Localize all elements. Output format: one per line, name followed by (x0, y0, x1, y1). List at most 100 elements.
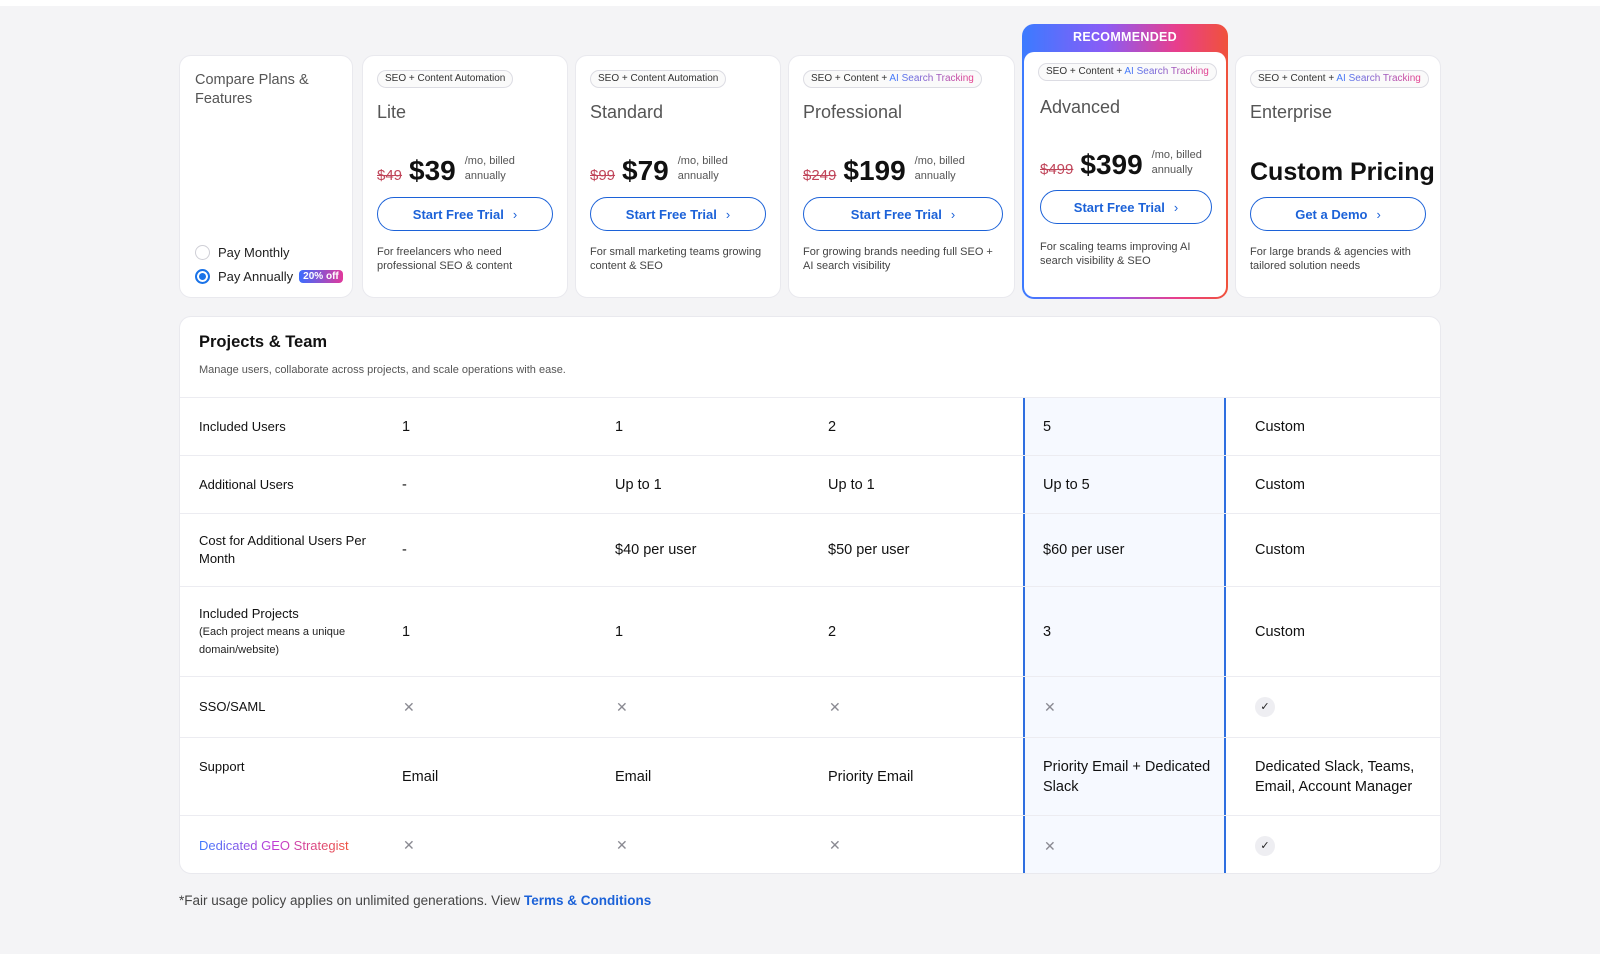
footnote-text: *Fair usage policy applies on unlimited … (179, 893, 524, 908)
old-price: $99 (590, 167, 616, 184)
cell-standard: 1 (615, 623, 624, 640)
plan-tag: SEO + Content Automation (377, 70, 514, 88)
row-label: Dedicated GEO Strategist (199, 816, 369, 873)
plan-card-lite: SEO + Content Automation Lite $49 $39 /m… (362, 55, 568, 298)
cell-enterprise: Custom (1255, 418, 1305, 435)
geo-strategist-label: Dedicated GEO Strategist (199, 837, 349, 853)
get-a-demo-button[interactable]: Get a Demo › (1250, 197, 1426, 231)
plan-name: Advanced (1040, 97, 1121, 117)
section-header: Projects & Team Manage users, collaborat… (180, 317, 1440, 397)
section-title: Projects & Team (199, 333, 328, 351)
price: $399 (1080, 149, 1143, 180)
x-icon: ✕ (1044, 699, 1056, 715)
cell-standard: 1 (615, 418, 624, 435)
cell-lite: ✕ (402, 677, 602, 737)
table-row: Cost for Additional Users Per Month - $4… (180, 513, 1440, 586)
x-icon: ✕ (616, 698, 628, 715)
table-row: SSO/SAML ✕ ✕ ✕ ✕ ✓ (180, 676, 1440, 737)
cell-enterprise: ✓ (1255, 816, 1435, 873)
row-sublabel: (Each project means a unique domain/webs… (199, 625, 346, 656)
price: $199 (843, 155, 906, 186)
cell-advanced: 5 (1043, 418, 1052, 435)
discount-badge: 20% off (299, 269, 343, 283)
chevron-right-icon: › (1173, 199, 1179, 215)
row-label: Additional Users (199, 476, 294, 492)
x-icon: ✕ (1044, 837, 1056, 854)
cell-professional: Priority Email (828, 768, 914, 785)
cell-standard: ✕ (615, 677, 815, 737)
plan-name: Standard (590, 102, 664, 122)
cell-lite: 1 (402, 623, 411, 640)
row-label: SSO/SAML (199, 699, 266, 714)
plan-tag: SEO + Content Automation (590, 70, 727, 88)
table-row: Included Projects (Each project means a … (180, 586, 1440, 676)
cell-enterprise: ✓ (1255, 677, 1435, 737)
start-free-trial-button[interactable]: Start Free Trial › (1040, 190, 1212, 224)
cell-enterprise: Dedicated Slack, Teams, Email, Account M… (1255, 758, 1415, 795)
pay-annually-option[interactable]: Pay Annually 20% off (195, 265, 343, 287)
plan-description: For growing brands needing full SEO + AI… (803, 246, 993, 272)
start-free-trial-button[interactable]: Start Free Trial › (590, 197, 766, 231)
plan-card-advanced-body: SEO + Content + AI Search Tracking Advan… (1024, 52, 1226, 297)
billing-period: /mo, billed annually (464, 155, 515, 182)
cell-lite: Email (402, 768, 439, 785)
cell-lite: ✕ (402, 816, 602, 873)
pay-monthly-option[interactable]: Pay Monthly (195, 241, 343, 263)
feature-table: Projects & Team Manage users, collaborat… (179, 316, 1441, 874)
row-label: Cost for Additional Users Per Month (199, 533, 366, 566)
table-row: Support Email Email Priority Email Prior… (180, 737, 1440, 815)
recommended-badge: RECOMMENDED (1073, 30, 1177, 44)
plan-description: For large brands & agencies with tailore… (1250, 246, 1411, 272)
plan-card-professional: SEO + Content + AI Search Tracking Profe… (788, 55, 1015, 298)
top-bar (0, 0, 1600, 6)
cell-advanced: Priority Email + Dedicated Slack (1043, 758, 1211, 795)
cell-standard: $40 per user (615, 542, 697, 558)
cell-enterprise: Custom (1255, 476, 1305, 493)
billing-toggle: Pay Monthly Pay Annually 20% off (195, 241, 343, 289)
cell-lite: - (402, 476, 407, 493)
pay-annually-radio[interactable] (195, 268, 210, 284)
cell-lite: - (402, 542, 407, 558)
compare-title: Compare Plans & Features (195, 72, 309, 107)
compare-card: Compare Plans & Features Pay Monthly Pay… (179, 55, 353, 298)
x-icon: ✕ (403, 837, 415, 853)
x-icon: ✕ (829, 837, 841, 853)
price: $79 (622, 155, 669, 186)
cell-standard: Email (615, 768, 652, 785)
pay-monthly-radio[interactable] (195, 244, 210, 260)
chevron-right-icon: › (1376, 206, 1381, 222)
old-price: $499 (1040, 161, 1074, 178)
price: $39 (409, 155, 456, 186)
cell-advanced: ✕ (1043, 816, 1223, 873)
price-row: $249 $199 /mo, billed annually (803, 154, 985, 186)
plan-description: For freelancers who need professional SE… (377, 246, 513, 272)
plan-name: Professional (803, 102, 903, 122)
price-row: $99 $79 /mo, billed annually (590, 154, 748, 186)
price-row: $499 $399 /mo, billed annually (1040, 148, 1222, 180)
plan-card-standard: SEO + Content Automation Standard $99 $7… (575, 55, 781, 298)
table-row: Additional Users - Up to 1 Up to 1 Up to… (180, 455, 1440, 513)
row-label: Included Projects (199, 605, 299, 621)
chevron-right-icon: › (950, 206, 956, 222)
plan-name: Lite (377, 102, 407, 122)
pay-monthly-label: Pay Monthly (218, 244, 290, 260)
old-price: $49 (377, 167, 403, 184)
cell-advanced: $60 per user (1043, 542, 1125, 558)
table-row: Included Users 1 1 2 5 Custom (180, 397, 1440, 455)
billing-period: /mo, billed annually (1151, 149, 1202, 176)
chevron-right-icon: › (725, 206, 731, 222)
start-free-trial-button[interactable]: Start Free Trial › (803, 197, 1003, 231)
cell-lite: 1 (402, 418, 411, 435)
cell-professional: ✕ (828, 677, 1028, 737)
plan-description: For small marketing teams growing conten… (590, 246, 762, 272)
footnote: *Fair usage policy applies on unlimited … (179, 893, 651, 908)
x-icon: ✕ (403, 698, 415, 715)
cell-enterprise: Custom (1255, 623, 1305, 640)
row-label-group: Included Projects (Each project means a … (199, 587, 369, 676)
terms-link[interactable]: Terms & Conditions (524, 893, 651, 908)
chevron-right-icon: › (512, 206, 518, 222)
start-free-trial-button[interactable]: Start Free Trial › (377, 197, 553, 231)
cell-professional: $50 per user (828, 542, 910, 558)
table-row: Dedicated GEO Strategist ✕ ✕ ✕ ✕ ✓ (180, 815, 1440, 873)
price-row: $49 $39 /mo, billed annually (377, 154, 535, 186)
